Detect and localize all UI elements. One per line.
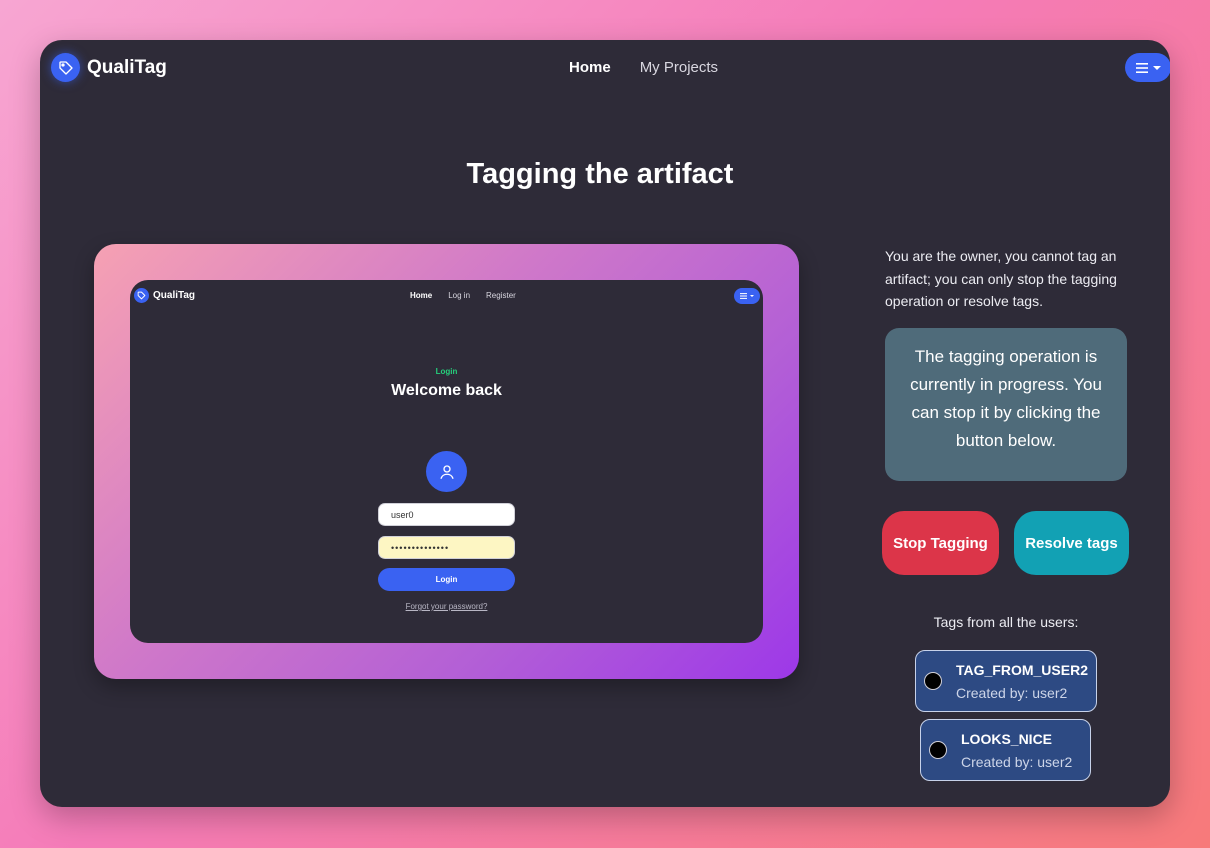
tag-created-by: Created by: user2 — [956, 685, 1068, 701]
tags-heading: Tags from all the users: — [933, 614, 1079, 630]
status-message: The tagging operation is currently in pr… — [885, 328, 1127, 481]
preview-nav-home: Home — [410, 291, 433, 300]
nav-home[interactable]: Home — [569, 59, 611, 76]
preview-forgot-password-link: Forgot your password? — [405, 602, 488, 611]
menu-dropdown-button[interactable] — [1125, 53, 1170, 82]
tag-name: TAG_FROM_USER2 — [956, 662, 1088, 678]
resolve-tags-button[interactable]: Resolve tags — [1014, 511, 1129, 575]
preview-hamburger-icon — [740, 293, 747, 299]
preview-nav-register: Register — [486, 291, 516, 300]
page-title: Tagging the artifact — [466, 158, 734, 190]
user-avatar-icon — [426, 451, 467, 492]
main-nav: Home My Projects — [569, 59, 718, 76]
preview-brand: QualiTag — [134, 288, 195, 303]
preview-login-button: Login — [378, 568, 515, 591]
preview-nav: Home Log in Register — [410, 291, 516, 300]
nav-my-projects[interactable]: My Projects — [640, 59, 718, 76]
caret-down-icon — [1152, 65, 1161, 70]
hamburger-icon — [1135, 62, 1148, 73]
preview-title: Welcome back — [391, 382, 502, 399]
preview-tag-icon — [134, 288, 149, 303]
preview-overline: Login — [435, 367, 458, 376]
tag-icon — [51, 53, 80, 82]
tag-name: LOOKS_NICE — [961, 731, 1053, 747]
preview-username-field: user0 — [378, 503, 515, 526]
preview-menu-button — [734, 288, 760, 304]
top-navbar: QualiTag Home My Projects — [40, 40, 1170, 96]
tag-card[interactable]: LOOKS_NICE Created by: user2 — [920, 719, 1091, 781]
tag-created-by: Created by: user2 — [961, 754, 1073, 770]
owner-note: You are the owner, you cannot tag an art… — [885, 248, 1117, 309]
app-window: QualiTag Home My Projects Tagging the ar… — [40, 40, 1170, 807]
artifact-screenshot: QualiTag Home Log in Register Login Welc… — [130, 280, 763, 643]
preview-password-field: •••••••••••••• — [378, 536, 515, 559]
brand-name: QualiTag — [87, 56, 167, 78]
tag-card[interactable]: TAG_FROM_USER2 Created by: user2 — [915, 650, 1097, 712]
preview-caret-icon — [750, 295, 754, 297]
tag-status-dot-icon — [929, 741, 947, 759]
artifact-preview-frame: QualiTag Home Log in Register Login Welc… — [94, 244, 799, 679]
brand[interactable]: QualiTag — [51, 53, 167, 82]
tag-status-dot-icon — [924, 672, 942, 690]
preview-nav-login: Log in — [448, 291, 471, 300]
stop-tagging-button[interactable]: Stop Tagging — [882, 511, 999, 575]
preview-brand-name: QualiTag — [153, 290, 196, 301]
